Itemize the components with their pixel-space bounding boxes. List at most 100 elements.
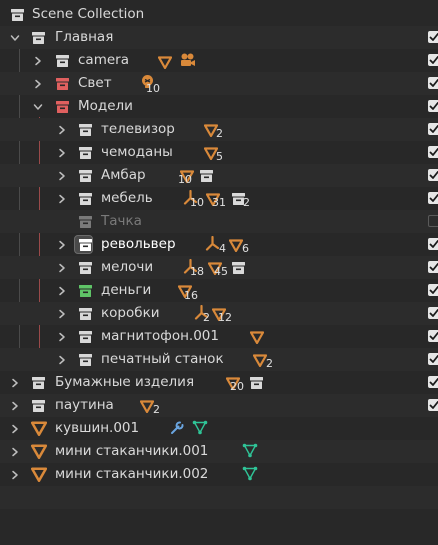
- collection-icon: [76, 256, 94, 279]
- chevron-down-icon[interactable]: [32, 95, 44, 118]
- row-label: мини стаканчики.002: [55, 466, 209, 482]
- vertex-group-icon[interactable]: [192, 420, 208, 435]
- exclude-checkbox[interactable]: [428, 284, 438, 296]
- outliner-row[interactable]: коробки 2 12: [0, 302, 438, 325]
- exclude-checkbox[interactable]: [428, 353, 438, 365]
- exclude-checkbox[interactable]: [428, 238, 438, 250]
- exclude-checkbox[interactable]: [428, 376, 438, 388]
- chevron-right-icon[interactable]: [56, 279, 68, 302]
- child-count: 31: [212, 196, 226, 209]
- outliner-row[interactable]: camera: [0, 49, 438, 72]
- chevron-right-icon[interactable]: [56, 233, 68, 256]
- row-label: револьвер: [101, 236, 176, 252]
- chevron-right-icon[interactable]: [9, 463, 21, 486]
- vertex-group-icon[interactable]: [242, 466, 258, 481]
- mesh-icon[interactable]: [158, 54, 172, 68]
- empty-icon[interactable]: [205, 236, 220, 251]
- row-label: коробки: [101, 305, 160, 321]
- child-count: 2: [216, 127, 223, 140]
- exclude-checkbox[interactable]: [428, 100, 438, 112]
- chevron-right-icon[interactable]: [56, 302, 68, 325]
- child-count: 5: [216, 150, 223, 163]
- exclude-checkbox[interactable]: [428, 31, 438, 43]
- outliner-row[interactable]: паутина 2: [0, 394, 438, 417]
- chevron-right-icon[interactable]: [56, 164, 68, 187]
- chevron-right-icon[interactable]: [56, 187, 68, 210]
- collection-icon: [76, 325, 94, 348]
- collection-icon: [76, 141, 94, 164]
- mesh-icon[interactable]: [229, 237, 243, 251]
- collection-icon: [29, 394, 47, 417]
- row-label: Свет: [78, 75, 112, 91]
- outliner-row[interactable]: мини стаканчики.002: [0, 463, 438, 486]
- child-count: 16: [184, 289, 198, 302]
- outliner-row[interactable]: Главная: [0, 26, 438, 49]
- outliner-row[interactable]: телевизор 2: [0, 118, 438, 141]
- outliner-row[interactable]: кувшин.001: [0, 417, 438, 440]
- collection-icon[interactable]: [229, 256, 247, 279]
- outliner-row[interactable]: Тачка: [0, 210, 438, 233]
- chevron-right-icon[interactable]: [56, 118, 68, 141]
- chevron-right-icon[interactable]: [9, 371, 21, 394]
- chevron-right-icon[interactable]: [9, 394, 21, 417]
- collection-icon[interactable]: [247, 371, 265, 394]
- outliner-row[interactable]: мини стаканчики.001: [0, 440, 438, 463]
- outliner-row[interactable]: мебель 10 31 2: [0, 187, 438, 210]
- child-count: 45: [214, 265, 228, 278]
- mesh-icon[interactable]: [253, 352, 267, 366]
- child-count: 2: [243, 196, 250, 209]
- scene-collection-icon: [8, 3, 26, 26]
- child-count: 18: [190, 265, 204, 278]
- row-label: магнитофон.001: [101, 328, 219, 344]
- chevron-right-icon[interactable]: [9, 417, 21, 440]
- exclude-checkbox[interactable]: [428, 146, 438, 158]
- exclude-checkbox[interactable]: [428, 215, 438, 227]
- mesh-icon[interactable]: [140, 398, 154, 412]
- child-count: 12: [218, 311, 232, 324]
- vertex-group-icon[interactable]: [242, 443, 258, 458]
- child-count: 2: [266, 357, 273, 370]
- chevron-right-icon[interactable]: [9, 440, 21, 463]
- collection-icon: [76, 233, 94, 256]
- camera-icon[interactable]: [179, 52, 197, 68]
- mesh-icon: [31, 444, 47, 458]
- outliner-row[interactable]: мелочи 18 45: [0, 256, 438, 279]
- row-label: телевизор: [101, 121, 175, 137]
- outliner-row[interactable]: револьвер 4 6: [0, 233, 438, 256]
- mesh-icon[interactable]: [250, 329, 264, 343]
- chevron-down-icon[interactable]: [9, 26, 21, 49]
- exclude-checkbox[interactable]: [428, 399, 438, 411]
- outliner-row[interactable]: Модели: [0, 95, 438, 118]
- row-label: паутина: [55, 397, 114, 413]
- exclude-checkbox[interactable]: [428, 307, 438, 319]
- outliner-row[interactable]: Амбар 10: [0, 164, 438, 187]
- outliner-row[interactable]: Бумажные изделия 20: [0, 371, 438, 394]
- collection-icon[interactable]: [197, 164, 215, 187]
- empty-row: [0, 509, 438, 532]
- exclude-checkbox[interactable]: [428, 192, 438, 204]
- row-label: кувшин.001: [55, 420, 140, 436]
- outliner-row[interactable]: Свет 10: [0, 72, 438, 95]
- exclude-checkbox[interactable]: [428, 330, 438, 342]
- chevron-right-icon[interactable]: [56, 325, 68, 348]
- exclude-checkbox[interactable]: [428, 54, 438, 66]
- child-count: 10: [190, 196, 204, 209]
- chevron-right-icon[interactable]: [32, 72, 44, 95]
- outliner-row[interactable]: чемоданы 5: [0, 141, 438, 164]
- outliner-row-scene-collection[interactable]: Scene Collection: [0, 3, 438, 26]
- chevron-right-icon[interactable]: [56, 348, 68, 371]
- outliner-row[interactable]: деньги 16: [0, 279, 438, 302]
- chevron-right-icon[interactable]: [56, 256, 68, 279]
- outliner-row[interactable]: печатный станок 2: [0, 348, 438, 371]
- exclude-checkbox[interactable]: [428, 169, 438, 181]
- exclude-checkbox[interactable]: [428, 261, 438, 273]
- chevron-right-icon[interactable]: [32, 49, 44, 72]
- wrench-icon[interactable]: [170, 420, 185, 435]
- chevron-right-icon[interactable]: [56, 141, 68, 164]
- row-label: мелочи: [101, 259, 154, 275]
- outliner-row[interactable]: магнитофон.001: [0, 325, 438, 348]
- collection-icon: [53, 95, 71, 118]
- exclude-checkbox[interactable]: [428, 77, 438, 89]
- child-count: 10: [146, 82, 160, 95]
- exclude-checkbox[interactable]: [428, 123, 438, 135]
